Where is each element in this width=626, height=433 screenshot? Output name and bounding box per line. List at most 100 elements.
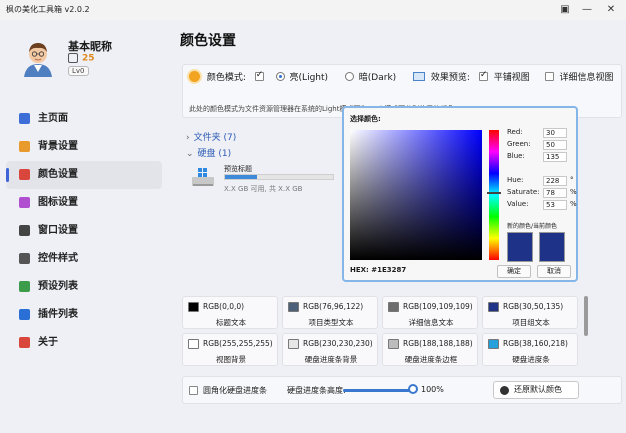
sidebar-item-label: 窗口设置 [38, 225, 78, 236]
color-label: 硬盘进度条背景 [304, 355, 358, 364]
color-label: 硬盘进度条 [512, 355, 550, 364]
sidebar-item-7[interactable]: 插件列表 [0, 301, 168, 329]
picker-field-input[interactable]: 78 [543, 188, 567, 198]
picker-field-input[interactable]: 228 [543, 176, 567, 186]
scrollbar[interactable] [584, 296, 588, 336]
plugin-icon [19, 309, 30, 320]
saturation-value-area[interactable] [350, 130, 482, 260]
sidebar-item-0[interactable]: 主页面 [0, 105, 168, 133]
minimize-icon[interactable]: — [578, 2, 596, 18]
disk-progress-bar [224, 174, 334, 180]
explorer-preview: › 文件夹 (7) ⌄ 硬盘 (1) 预览标题 X.X GB 可用, 共 X.X G… [182, 124, 342, 208]
preview-label: 效果预览: [430, 73, 470, 83]
sidebar-item-6[interactable]: 预设列表 [0, 273, 168, 301]
progress-height-value: 100% [421, 385, 444, 394]
ok-button[interactable]: 确定 [497, 265, 531, 278]
color-rgb-text: RGB(230,230,230) [303, 339, 373, 348]
slider-handle[interactable] [408, 384, 418, 394]
disk-size-text: X.X GB 可用, 共 X.X GB [224, 185, 303, 193]
color-swatch [288, 339, 299, 349]
progress-height-slider[interactable] [343, 389, 413, 392]
current-color-swatch [539, 232, 565, 262]
disk-icon [192, 168, 214, 186]
avatar[interactable] [18, 37, 58, 77]
color-label: 硬盘进度条边框 [404, 355, 458, 364]
rounded-progress-label[interactable]: 圆角化硬盘进度条 [203, 385, 267, 396]
preview-icon [413, 72, 426, 81]
disks-label: 硬盘 (1) [197, 149, 232, 159]
disk-progress-fill [225, 175, 258, 179]
chevron-down-icon: ⌄ [186, 149, 194, 159]
sidebar-item-label: 颜色设置 [38, 169, 78, 180]
disks-group[interactable]: ⌄ 硬盘 (1) [186, 146, 231, 159]
color-swatch [488, 339, 499, 349]
color-swatch [188, 339, 199, 349]
folders-group[interactable]: › 文件夹 (7) [186, 130, 236, 143]
close-icon[interactable]: ✕ [602, 2, 620, 18]
light-radio[interactable] [275, 72, 285, 81]
color-cell[interactable]: RGB(255,255,255) 视图背景 [182, 333, 278, 366]
main-panel: 颜色设置 颜色模式: 亮(Light) 暗(Dark) 效果预览: 平铺视图 详… [168, 20, 626, 433]
picker-field-input[interactable]: 30 [543, 128, 567, 138]
detail-view-checkbox[interactable] [544, 72, 554, 81]
color-rgb-text: RGB(76,96,122) [303, 302, 364, 311]
app-title: 枫の美化工具箱 v2.0.2 [6, 5, 90, 14]
color-grid: RGB(0,0,0) 标题文本 RGB(76,96,122) 项目类型文本 RGB(10… [182, 296, 582, 368]
picker-field-label: Hue: [507, 176, 524, 184]
color-rgb-text: RGB(255,255,255) [203, 339, 273, 348]
folders-label: 文件夹 (7) [193, 133, 237, 143]
reset-label: 还原默认颜色 [514, 385, 562, 394]
window-icon [19, 225, 30, 236]
sidebar-item-8[interactable]: 关于 [0, 329, 168, 357]
color-cell[interactable]: RGB(30,50,135) 项目组文本 [482, 296, 578, 329]
hue-slider[interactable] [489, 130, 499, 260]
disk-name: 预览标题 [224, 165, 252, 173]
dark-label[interactable]: 暗(Dark) [359, 70, 396, 83]
home-icon [19, 113, 30, 124]
options-row: 颜色模式: 亮(Light) 暗(Dark) 效果预览: 平铺视图 详细信息视图 [189, 70, 614, 84]
picker-field-label: Saturate: [507, 188, 540, 196]
light-label[interactable]: 亮(Light) [290, 70, 328, 83]
sidebar-item-3[interactable]: 图标设置 [0, 189, 168, 217]
list-icon [19, 281, 30, 292]
sidebar-item-label: 主页面 [38, 113, 68, 124]
mode-check-icon [254, 70, 264, 81]
color-mode-label: 颜色模式: [206, 73, 246, 83]
sun-icon [189, 71, 200, 82]
color-cell[interactable]: RGB(230,230,230) 硬盘进度条背景 [282, 333, 378, 366]
rounded-progress-checkbox[interactable] [189, 386, 198, 395]
flower-icon [19, 197, 30, 208]
cancel-button[interactable]: 取消 [537, 265, 571, 278]
picker-field-input[interactable]: 50 [543, 140, 567, 150]
sidebar-item-1[interactable]: 背景设置 [0, 133, 168, 161]
color-label: 标题文本 [216, 318, 246, 327]
picker-field-unit: % [570, 200, 577, 208]
save-icon[interactable]: ▣ [556, 2, 574, 18]
page-title: 颜色设置 [180, 33, 236, 49]
sidebar-item-label: 控件样式 [38, 253, 78, 264]
sidebar-item-4[interactable]: 窗口设置 [0, 217, 168, 245]
tile-view-label[interactable]: 平铺视图 [494, 70, 530, 83]
color-cell[interactable]: RGB(188,188,188) 硬盘进度条边框 [382, 333, 478, 366]
tile-view-checkbox[interactable] [478, 70, 488, 81]
bottom-bar: 圆角化硬盘进度条 硬盘进度条高度: 100% 还原默认颜色 [182, 376, 622, 404]
picker-field-input[interactable]: 53 [543, 200, 567, 210]
color-label: 项目组文本 [512, 318, 550, 327]
color-picker-dialog: 选择颜色: HEX: #1E3287 Red: 30 Green: 50 Blue: 13… [342, 106, 578, 282]
picker-field-input[interactable]: 135 [543, 152, 567, 162]
new-color-swatch [507, 232, 533, 262]
color-cell[interactable]: RGB(109,109,109) 详细信息文本 [382, 296, 478, 329]
color-swatch [388, 302, 399, 312]
color-cell[interactable]: RGB(0,0,0) 标题文本 [182, 296, 278, 329]
color-cell[interactable]: RGB(38,160,218) 硬盘进度条 [482, 333, 578, 366]
detail-view-label[interactable]: 详细信息视图 [559, 70, 613, 83]
picker-title: 选择颜色: [350, 115, 381, 123]
sidebar-item-5[interactable]: 控件样式 [0, 245, 168, 273]
dark-radio[interactable] [344, 72, 354, 81]
color-swatch [488, 302, 499, 312]
hue-marker[interactable] [487, 192, 501, 194]
sidebar-item-2[interactable]: 颜色设置 [6, 161, 162, 189]
nav-list: 主页面背景设置颜色设置图标设置窗口设置控件样式预设列表 插件列表 关于 [0, 105, 168, 357]
reset-colors-button[interactable]: 还原默认颜色 [493, 381, 579, 399]
color-cell[interactable]: RGB(76,96,122) 项目类型文本 [282, 296, 378, 329]
